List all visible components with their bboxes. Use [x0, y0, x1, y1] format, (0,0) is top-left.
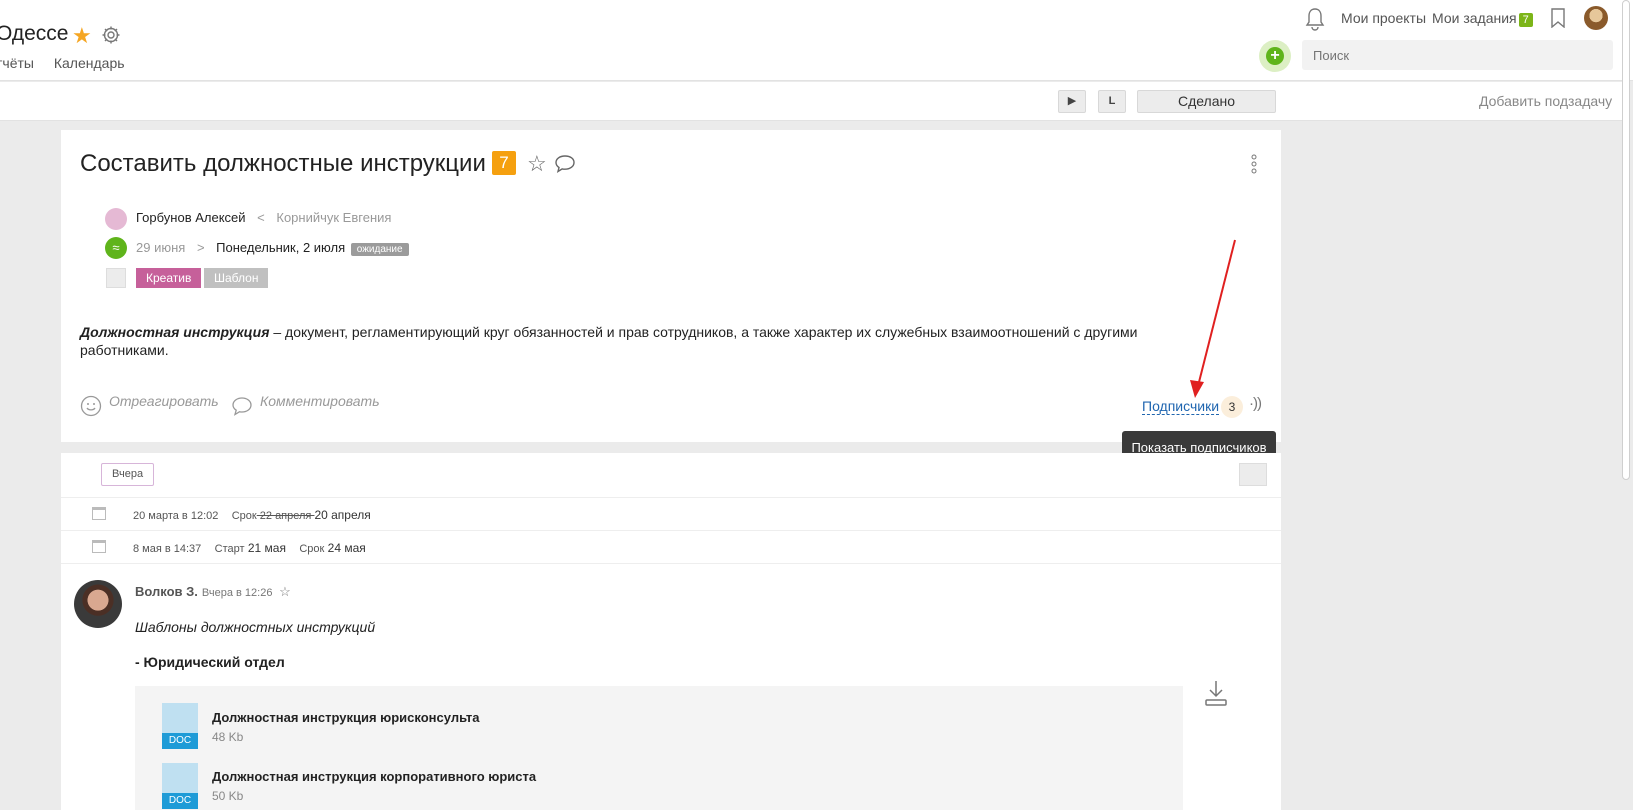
my-tasks-count-badge: 7 [1518, 13, 1533, 27]
history-time: 8 мая в 14:37 [133, 543, 202, 555]
assignee-avatar-icon [105, 208, 127, 230]
doc-file-icon[interactable]: DOC [162, 703, 198, 749]
comment-time: Вчера в 12:26 [201, 587, 273, 599]
document-icon[interactable] [1239, 463, 1267, 486]
file-name[interactable]: Должностная инструкция юрисконсульта [212, 710, 480, 725]
arrow-right-sign: > [196, 240, 205, 255]
creator-name[interactable]: Корнийчук Евгения [276, 210, 391, 225]
calendar-icon [92, 507, 106, 520]
attachments-panel: DOC Должностная инструкция юрисконсульта… [135, 686, 1183, 810]
comment-count-badge: 7 [492, 151, 516, 175]
date-start[interactable]: 29 июня [136, 240, 185, 255]
star-icon[interactable]: ☆ [527, 151, 547, 177]
more-options-icon[interactable] [1251, 154, 1257, 174]
history-label: Срок [231, 510, 257, 522]
tag-template[interactable]: Шаблон [204, 268, 269, 288]
history-value: 24 мая [327, 541, 366, 555]
comment-link[interactable]: Комментировать [260, 393, 380, 409]
file-name[interactable]: Должностная инструкция корпоративного юр… [212, 769, 536, 784]
history-row: 8 мая в 14:37 Старт 21 мая Срок 24 мая [133, 541, 366, 555]
comment-section-title: - Юридический отдел [135, 654, 285, 670]
tag-icon [106, 268, 126, 288]
description-term: Должностная инструкция [80, 324, 270, 340]
annotation-arrow [1190, 239, 1236, 398]
schedule-icon: ≈ [105, 237, 127, 259]
task-card: Составить должностные инструкции 7 ☆ Гор… [61, 130, 1281, 442]
add-button[interactable]: + [1259, 40, 1291, 72]
plus-icon: + [1266, 47, 1284, 65]
file-size: 48 Kb [212, 730, 244, 744]
my-tasks-link[interactable]: Мои задания 7 [1432, 10, 1533, 27]
activity-feed: Вчера 20 марта в 12:02 Срок 22 апреля 20… [61, 453, 1281, 810]
task-description: Должностная инструкция – документ, регла… [80, 323, 1200, 359]
file-size: 50 Kb [212, 789, 244, 803]
history-time: 20 марта в 12:02 [133, 510, 219, 522]
tab-reports[interactable]: тчёты [0, 55, 34, 71]
history-row: 20 марта в 12:02 Срок 22 апреля 20 апрел… [133, 508, 371, 522]
top-header: Одессе ★ тчёты Календарь Мои проекты Мои… [0, 0, 1633, 81]
bell-icon[interactable] [1304, 7, 1326, 31]
comment-text: Шаблоны должностных инструкций [135, 619, 376, 635]
smile-icon[interactable] [80, 395, 102, 417]
comment-icon[interactable] [554, 154, 576, 174]
my-projects-link[interactable]: Мои проекты [1341, 10, 1426, 26]
task-title: Составить должностные инструкции [80, 150, 486, 177]
doc-file-icon[interactable]: DOC [162, 763, 198, 809]
favorite-star-icon[interactable]: ★ [72, 23, 92, 49]
divider [61, 563, 1281, 564]
search-input[interactable] [1302, 40, 1613, 70]
react-link[interactable]: Отреагировать [109, 393, 219, 409]
divider [61, 530, 1281, 531]
project-title: Одессе [0, 22, 69, 45]
task-dates: 29 июня > Понедельник, 2 июля ожидание [136, 240, 409, 256]
author-name[interactable]: Волков З. [135, 584, 198, 599]
add-subtask-link[interactable]: Добавить подзадачу [1479, 93, 1612, 109]
scrollbar[interactable] [1622, 0, 1630, 480]
history-old-value: 22 апреля [256, 510, 315, 522]
history-label: Старт [214, 543, 245, 555]
comment-author: Волков З. Вчера в 12:26 ☆ [135, 584, 291, 600]
arrow-left-sign: < [257, 210, 265, 225]
history-label: Срок [299, 543, 325, 555]
subscribe-signal-icon[interactable]: ·)) [1249, 395, 1262, 412]
assignee-name[interactable]: Горбунов Алексей [136, 210, 246, 225]
tag-creative[interactable]: Креатив [136, 268, 202, 288]
tab-calendar[interactable]: Календарь [54, 55, 125, 71]
star-icon[interactable]: ☆ [279, 584, 291, 599]
calendar-icon [92, 540, 106, 553]
avatar[interactable] [74, 580, 122, 628]
task-toolbar: ▶ L Сделано Добавить подзадачу [0, 82, 1622, 121]
comment-bubble-icon[interactable] [231, 395, 253, 417]
download-icon[interactable] [1204, 679, 1228, 707]
divider [61, 497, 1281, 498]
l-button[interactable]: L [1098, 90, 1126, 113]
project-tabs: тчёты Календарь [0, 55, 141, 71]
my-tasks-label: Мои задания [1432, 10, 1517, 26]
user-avatar[interactable] [1584, 6, 1608, 30]
play-button[interactable]: ▶ [1058, 90, 1086, 113]
status-badge: ожидание [350, 243, 409, 256]
bookmark-icon[interactable] [1550, 8, 1566, 28]
date-end[interactable]: Понедельник, 2 июля [216, 240, 345, 255]
task-people: Горбунов Алексей < Корнийчук Евгения [136, 210, 391, 225]
history-new-value: 20 апреля [314, 508, 371, 522]
day-label: Вчера [101, 463, 155, 486]
history-value: 21 мая [247, 541, 286, 555]
gear-icon[interactable] [101, 25, 121, 45]
done-button[interactable]: Сделано [1137, 90, 1276, 113]
